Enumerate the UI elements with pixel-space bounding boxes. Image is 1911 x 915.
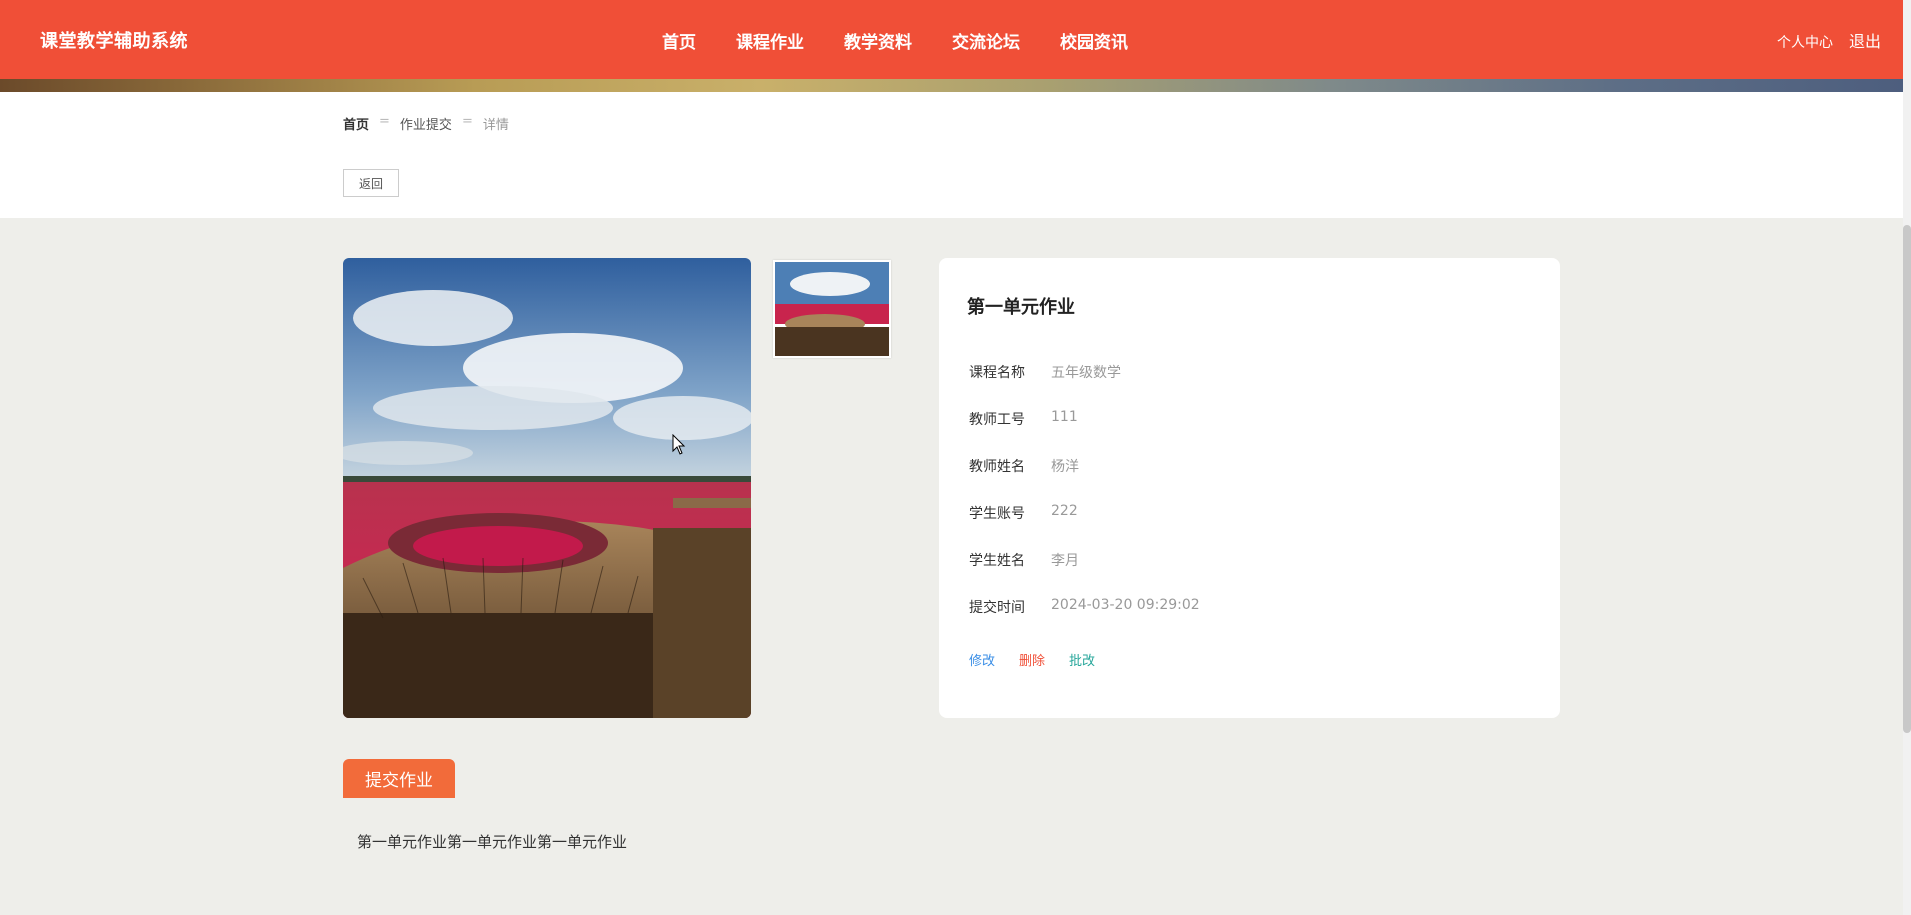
nav-item-news[interactable]: 校园资讯 (1060, 28, 1128, 53)
field-student-name: 学生姓名 李月 (969, 550, 1079, 570)
breadcrumb-current: 详情 (482, 118, 509, 133)
field-value: 五年级数学 (1051, 365, 1121, 381)
scrollbar-thumb[interactable] (1903, 225, 1911, 733)
field-teacher-id: 教师工号 111 (969, 409, 1078, 429)
top-section: 首页 = 作业提交 = 详情 返回 (0, 92, 1903, 218)
top-header: 课堂教学辅助系统 首页 课程作业 教学资料 交流论坛 校园资讯 个人中心 退出 (0, 0, 1903, 79)
back-button[interactable]: 返回 (343, 169, 399, 197)
field-value: 杨洋 (1051, 459, 1079, 475)
field-value: 222 (1051, 503, 1078, 519)
field-label: 课程名称 (969, 365, 1025, 381)
field-value: 李月 (1051, 553, 1079, 569)
delete-link[interactable]: 删除 (1019, 650, 1045, 669)
logout-link[interactable]: 退出 (1849, 28, 1881, 52)
detail-title: 第一单元作业 (967, 297, 1075, 318)
detail-card: 第一单元作业 课程名称 五年级数学 教师工号 111 教师姓名 杨洋 学生账号 … (939, 258, 1560, 718)
field-label: 学生账号 (969, 506, 1025, 522)
nav-item-materials[interactable]: 教学资料 (844, 28, 912, 53)
site-logo[interactable]: 课堂教学辅助系统 (40, 27, 188, 53)
field-label: 学生姓名 (969, 553, 1025, 569)
field-label: 教师工号 (969, 412, 1025, 428)
user-center-link[interactable]: 个人中心 (1777, 32, 1833, 52)
nav-item-forum[interactable]: 交流论坛 (952, 28, 1020, 53)
edit-link[interactable]: 修改 (969, 650, 995, 669)
review-link[interactable]: 批改 (1069, 650, 1095, 669)
user-area: 个人中心 退出 (1777, 28, 1881, 52)
thumbnail-image[interactable] (773, 260, 891, 358)
breadcrumb-separator: = (379, 114, 390, 129)
submit-homework-tab[interactable]: 提交作业 (343, 759, 455, 798)
breadcrumb-home[interactable]: 首页 (343, 114, 369, 133)
field-course-name: 课程名称 五年级数学 (969, 362, 1121, 382)
field-submit-time: 提交时间 2024-03-20 09:29:02 (969, 597, 1200, 617)
mouse-cursor-icon (672, 434, 686, 455)
field-student-account: 学生账号 222 (969, 503, 1078, 523)
field-value: 111 (1051, 409, 1078, 425)
field-label: 教师姓名 (969, 459, 1025, 475)
field-teacher-name: 教师姓名 杨洋 (969, 456, 1079, 476)
nav-item-homework[interactable]: 课程作业 (736, 28, 804, 53)
field-label: 提交时间 (969, 600, 1025, 616)
field-value: 2024-03-20 09:29:02 (1051, 597, 1200, 613)
submit-content: 第一单元作业第一单元作业第一单元作业 (357, 833, 628, 851)
action-links: 修改 删除 批改 (969, 650, 1119, 669)
breadcrumb-section[interactable]: 作业提交 (400, 114, 452, 133)
nav-item-home[interactable]: 首页 (662, 28, 696, 53)
breadcrumb-separator: = (461, 114, 473, 129)
main-nav: 首页 课程作业 教学资料 交流论坛 校园资讯 (662, 28, 1128, 53)
main-product-image (343, 258, 751, 718)
breadcrumb: 首页 = 作业提交 = 详情 (343, 114, 509, 133)
